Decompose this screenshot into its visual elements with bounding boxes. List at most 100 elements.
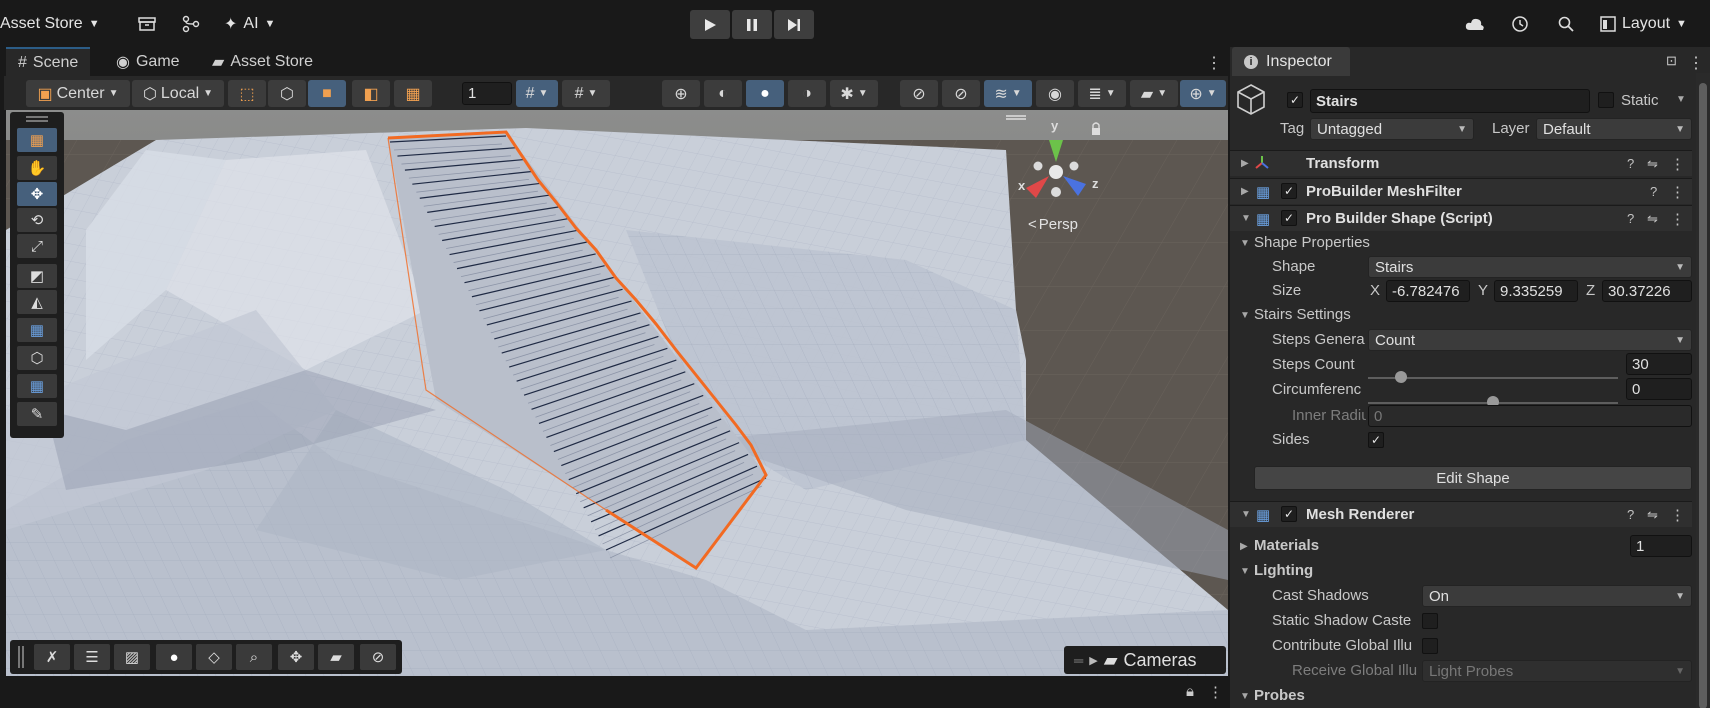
preset-sliders-icon[interactable]: ⇋ <box>1647 156 1658 172</box>
projection-toggle[interactable]: < Persp <box>1028 216 1078 233</box>
grid-size-field[interactable]: 1 <box>462 82 512 105</box>
pivot-mode-dropdown[interactable]: ▣ Center ▼ <box>26 80 130 107</box>
preset-sliders-icon[interactable]: ⇋ <box>1647 507 1658 523</box>
more-options-icon[interactable]: ⋮ <box>1670 506 1685 524</box>
materials-foldout[interactable]: Materials <box>1254 537 1319 554</box>
tag-dropdown[interactable]: Untagged ▼ <box>1310 118 1474 140</box>
sides-checkbox[interactable]: ✓ <box>1368 432 1384 448</box>
version-control-icon[interactable] <box>182 12 200 36</box>
active-checkbox[interactable]: ✓ <box>1287 92 1303 108</box>
grid-snap-button[interactable]: # ▼ <box>516 80 558 107</box>
more-options-icon[interactable]: ⋮ <box>1688 53 1704 73</box>
size-z-field[interactable]: 30.37226 <box>1602 280 1692 302</box>
help-icon[interactable]: ? <box>1627 211 1634 226</box>
gizmos-button[interactable]: ⊕ ▼ <box>1180 80 1226 107</box>
plane-layers-button[interactable]: ◇ <box>196 644 232 670</box>
ai-menu[interactable]: ✦ AI ▼ <box>224 12 275 36</box>
help-icon[interactable]: ? <box>1627 507 1634 522</box>
scene-viewport[interactable]: y x z < Persp <box>6 110 1228 676</box>
selection-mode-button[interactable]: ▦ <box>394 80 432 107</box>
meshrenderer-component-header[interactable]: ▼ ▦ ✓ Mesh Renderer ? ⇋ ⋮ <box>1230 501 1692 527</box>
stairs-settings-foldout[interactable]: Stairs Settings <box>1254 306 1351 323</box>
static-checkbox[interactable] <box>1598 92 1614 108</box>
more-options-icon[interactable]: ⋮ <box>1670 210 1685 228</box>
expand-arrow-icon[interactable]: ▶ <box>1240 541 1248 552</box>
shading-unlit-button[interactable]: ◑ <box>788 80 826 107</box>
debug-draw-mode-button[interactable]: ✱ ▼ <box>830 80 878 107</box>
move-tool-button[interactable]: ✥ <box>17 182 57 206</box>
shading-shaded-wire-button[interactable]: ◐ <box>704 80 742 107</box>
size-x-field[interactable]: -6.782476 <box>1386 280 1470 302</box>
layer-dropdown[interactable]: Default ▼ <box>1536 118 1692 140</box>
lighting-foldout[interactable]: Lighting <box>1254 562 1313 579</box>
cloud-icon[interactable] <box>1465 12 1485 36</box>
transform-component-header[interactable]: ▶ Transform ? ⇋ ⋮ <box>1230 150 1692 176</box>
tab-game[interactable]: ◉ Game <box>104 47 192 76</box>
effects-toggle-button[interactable]: ≋ ▼ <box>984 80 1032 107</box>
search-icon[interactable] <box>1558 12 1574 36</box>
vertex-mode-button[interactable]: ⬡ <box>268 80 306 107</box>
collapse-arrow-icon[interactable]: ▼ <box>1240 691 1250 702</box>
increment-snap-button[interactable]: # ▼ <box>562 80 610 107</box>
poly-shape-button[interactable]: ◭ <box>17 290 57 314</box>
settings-sliders-button[interactable]: ☰ <box>74 644 110 670</box>
grid-tool-button[interactable]: ▦ <box>17 374 57 398</box>
tools-button[interactable]: ✗ <box>34 644 70 670</box>
toggle-2d-button[interactable]: ⊘ <box>900 80 938 107</box>
history-icon[interactable] <box>1511 12 1529 36</box>
face-mode-button[interactable]: ■ <box>308 80 346 107</box>
scene-visibility-button[interactable]: ◉ <box>1036 80 1074 107</box>
compass-button[interactable]: ⊘ <box>360 644 396 670</box>
probes-foldout[interactable]: Probes <box>1254 687 1305 704</box>
play-button[interactable] <box>690 10 730 39</box>
shape-enable-checkbox[interactable]: ✓ <box>1281 210 1297 226</box>
pen-tool-button[interactable]: ✎ <box>17 402 57 426</box>
inspector-scrollbar[interactable] <box>1696 73 1710 708</box>
help-icon[interactable]: ? <box>1627 156 1634 171</box>
static-shadow-caster-checkbox[interactable] <box>1422 613 1438 629</box>
asset-store-menu[interactable]: Asset Store ▼ <box>0 12 100 36</box>
tab-inspector[interactable]: i Inspector <box>1232 47 1350 76</box>
shape-properties-foldout[interactable]: Shape Properties <box>1254 234 1370 251</box>
camera-settings-button[interactable]: ▰ ▼ <box>1130 80 1178 107</box>
package-icon[interactable] <box>138 12 156 36</box>
layout-menu[interactable]: Layout ▼ <box>1600 12 1687 36</box>
meshfilter-component-header[interactable]: ▶ ▦ ✓ ProBuilder MeshFilter ? ⋮ <box>1230 178 1692 204</box>
edit-shape-button[interactable]: Edit Shape <box>1254 466 1692 490</box>
step-button[interactable] <box>774 10 814 39</box>
steps-count-slider-handle[interactable] <box>1394 371 1407 383</box>
lock-icon[interactable]: 🔒︎ <box>1186 683 1194 700</box>
view-tool-button[interactable]: ✋ <box>17 156 57 180</box>
more-options-icon[interactable]: ⋮ <box>1208 683 1223 701</box>
pause-button[interactable] <box>732 10 772 39</box>
steps-generation-dropdown[interactable]: Count ▼ <box>1368 329 1692 351</box>
tab-asset-store[interactable]: ▰ Asset Store <box>200 47 325 76</box>
steps-count-field[interactable]: 30 <box>1626 353 1692 375</box>
collapse-arrow-icon[interactable]: ▼ <box>1240 310 1250 321</box>
cast-shadows-dropdown[interactable]: On ▼ <box>1422 585 1692 607</box>
meshrenderer-enable-checkbox[interactable]: ✓ <box>1281 506 1297 522</box>
collapse-arrow-icon[interactable]: ▼ <box>1240 238 1250 249</box>
pivot-button[interactable]: ✥ <box>278 644 314 670</box>
grid-edit-button[interactable]: ▦ <box>17 318 57 342</box>
lighting-toggle-button[interactable]: ⊘ <box>942 80 980 107</box>
cameras-overlay[interactable]: ═ ▶ ▰ Cameras <box>1064 646 1226 674</box>
chevron-down-icon[interactable]: ▼ <box>1676 94 1686 105</box>
preset-sliders-icon[interactable]: ⇋ <box>1647 211 1658 227</box>
more-options-icon[interactable]: ⋮ <box>1670 183 1685 201</box>
more-options-icon[interactable]: ⋮ <box>1206 53 1222 73</box>
lock-icon[interactable]: ⊡ <box>1666 53 1677 69</box>
collapse-arrow-icon[interactable]: ▼ <box>1240 566 1250 577</box>
camera-capture-button[interactable]: ▰ <box>318 644 354 670</box>
drag-handle-icon[interactable] <box>18 646 20 668</box>
circumference-field[interactable]: 0 <box>1626 378 1692 400</box>
help-icon[interactable]: ? <box>1650 184 1657 199</box>
drag-handle-icon[interactable] <box>26 120 48 122</box>
meshfilter-enable-checkbox[interactable]: ✓ <box>1281 183 1297 199</box>
size-y-field[interactable]: 9.335259 <box>1494 280 1578 302</box>
inspector-scroll-thumb[interactable] <box>1699 83 1707 708</box>
cube-tool-button[interactable]: ⬡ <box>17 346 57 370</box>
contribute-gi-checkbox[interactable] <box>1422 638 1438 654</box>
object-mode-button[interactable]: ⬚ <box>228 80 266 107</box>
scale-tool-button[interactable]: ⤢ <box>17 234 57 258</box>
